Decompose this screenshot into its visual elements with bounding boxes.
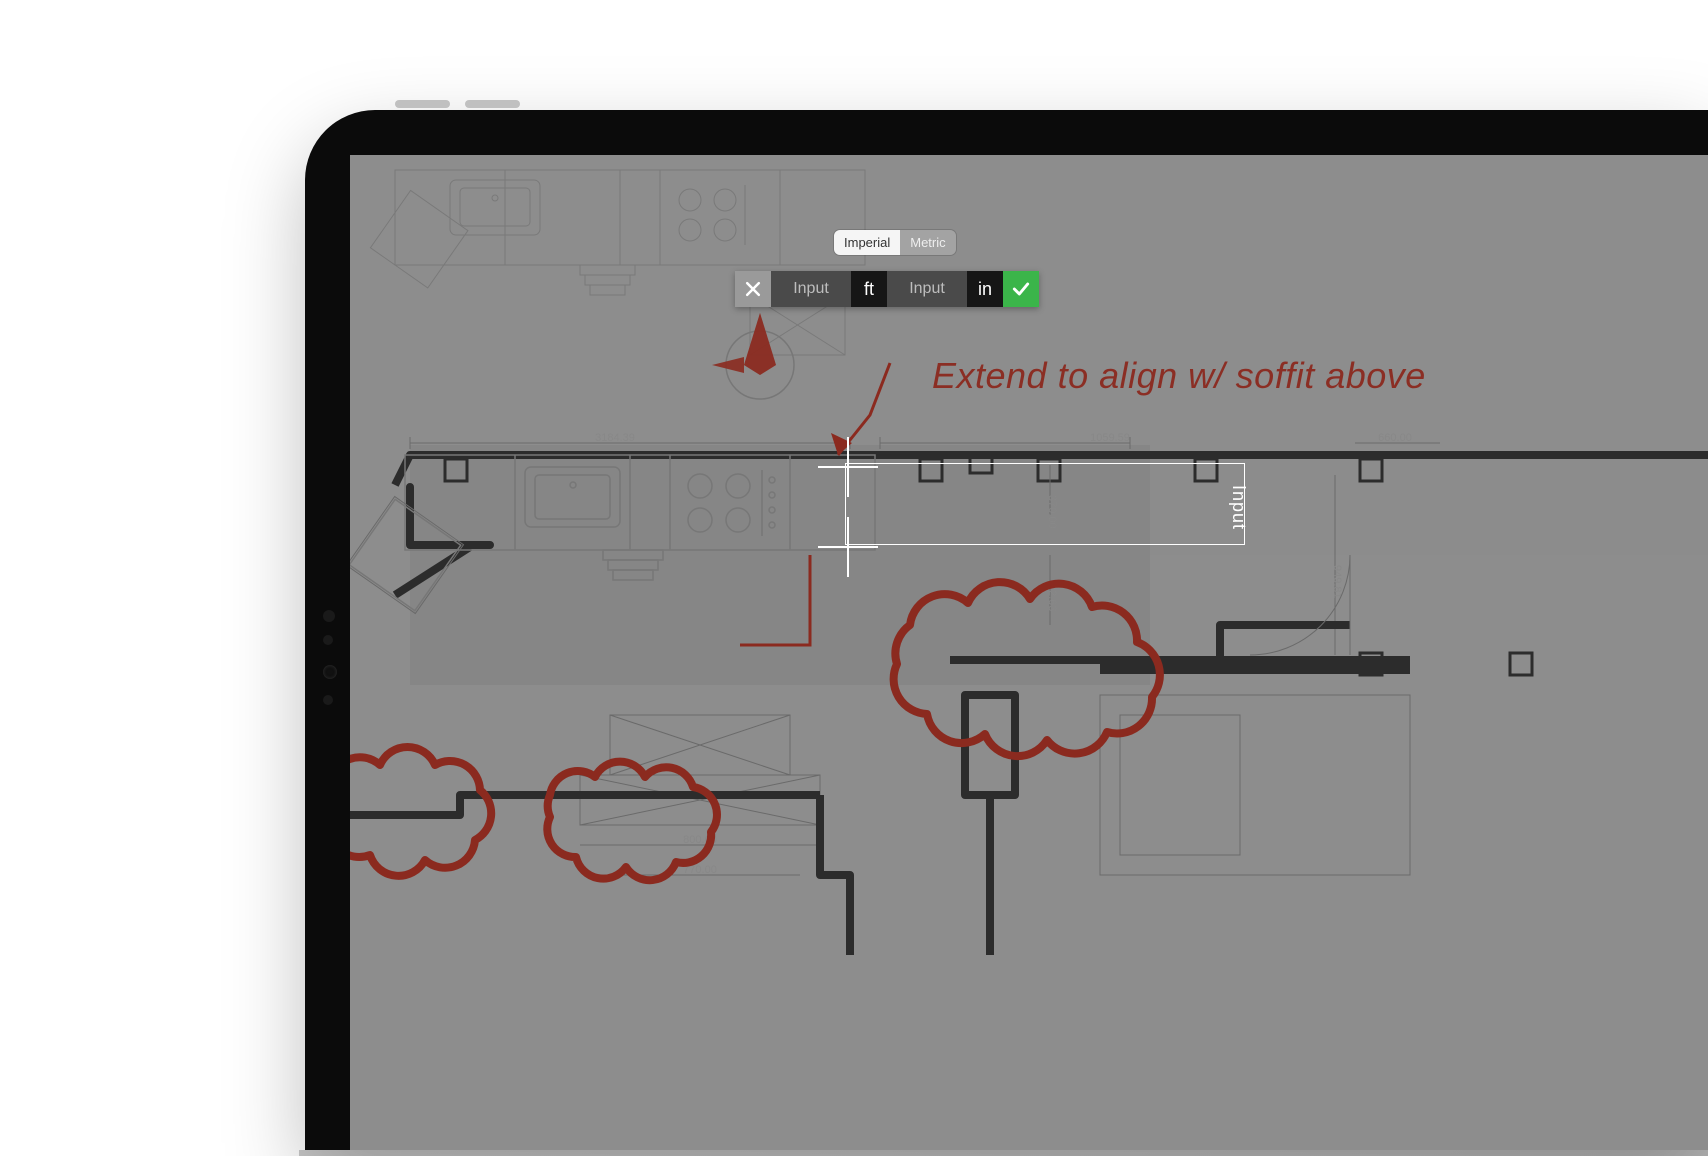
sensor-dot — [323, 610, 335, 622]
dim-label: 3184.39 — [595, 432, 635, 444]
compass-symbol — [712, 313, 794, 399]
measure-input-label: Input — [1228, 485, 1249, 530]
tablet-device-frame: 3184.39 1059.59 660.00 370.00 2.63 — [305, 110, 1708, 1150]
unit-label-ft: ft — [851, 271, 887, 307]
unit-option-metric[interactable]: Metric — [900, 230, 955, 255]
unit-switch[interactable]: Imperial Metric — [834, 230, 956, 255]
dim-label: 949.81 — [1331, 565, 1343, 599]
redline-annotation: Extend to align w/ soffit above — [932, 355, 1426, 397]
dim-label: 660.00 — [1378, 432, 1412, 444]
inches-input[interactable]: Input — [887, 271, 967, 307]
unit-label-in: in — [967, 271, 1003, 307]
camera-dot — [323, 665, 337, 679]
cancel-button[interactable] — [735, 271, 771, 307]
volume-button — [395, 100, 450, 108]
app-canvas[interactable]: 3184.39 1059.59 660.00 370.00 2.63 — [350, 155, 1708, 1150]
sensor-dot — [323, 695, 333, 705]
volume-button — [465, 100, 520, 108]
revision-cloud — [547, 762, 717, 881]
sensor-dot — [323, 635, 333, 645]
measurement-input-bar[interactable]: Input ft Input in — [735, 271, 1039, 307]
dim-label: 2.63 — [1046, 590, 1058, 611]
feet-input[interactable]: Input — [771, 271, 851, 307]
dim-label: 1059.59 — [1090, 432, 1130, 444]
check-icon — [1011, 279, 1031, 299]
close-icon — [743, 279, 763, 299]
confirm-button[interactable] — [1003, 271, 1039, 307]
unit-option-imperial[interactable]: Imperial — [834, 230, 900, 255]
measure-selection-box[interactable] — [845, 463, 1245, 545]
